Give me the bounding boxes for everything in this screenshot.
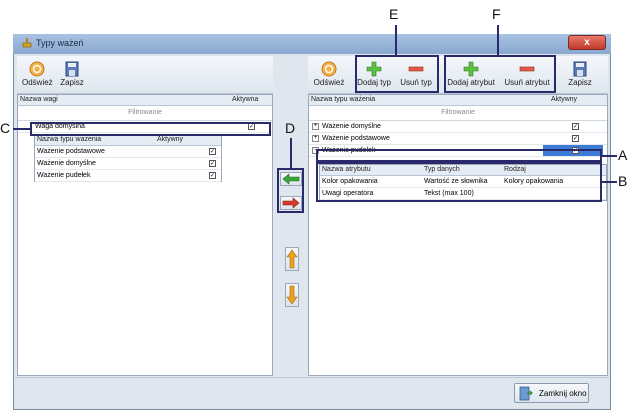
left-refresh-button[interactable]: Odśwież [22, 61, 53, 87]
active-checkbox[interactable]: ✓ [209, 148, 216, 155]
callout-label-b: B [618, 173, 628, 189]
type-name-cell: Ważenie podstawowe [37, 148, 105, 155]
filter-row[interactable]: Filtrowanie [309, 106, 607, 121]
subtable-col-active[interactable]: Aktywny [157, 135, 183, 145]
close-window-label: Zamknij okno [539, 389, 587, 398]
exit-door-icon [519, 386, 533, 401]
right-save-button[interactable]: Zapisz [564, 61, 596, 87]
floppy-icon [65, 61, 79, 77]
callout-label-e: E [389, 6, 399, 22]
active-checkbox[interactable]: ✓ [209, 172, 216, 179]
weighing-types-grid: Nazwa typu ważenia Aktywny Filtrowanie +… [308, 94, 608, 376]
callout-line-f [497, 25, 499, 55]
subtable-col-name[interactable]: Nazwa typu ważenia [37, 135, 101, 145]
refresh-icon [321, 61, 337, 77]
left-pane: Odśwież Zapisz Nazwa wagi Aktywna Filtro… [17, 56, 273, 376]
expand-toggle[interactable]: + [312, 135, 319, 142]
callout-line-d [290, 138, 292, 168]
floppy-icon [573, 61, 587, 77]
callout-box-f [444, 55, 556, 93]
left-toolbar [17, 56, 273, 94]
callout-label-d: D [285, 120, 296, 136]
right-refresh-label: Odśwież [313, 78, 345, 87]
active-checkbox[interactable]: ✓ [572, 135, 579, 142]
scale-icon [22, 38, 32, 48]
col-header-type-active[interactable]: Aktywny [551, 95, 577, 105]
type-name-cell: Ważenie domyślne [37, 160, 96, 167]
title-bar [13, 34, 611, 54]
table-row[interactable]: Ważenie pudełek ✓ [35, 170, 221, 182]
callout-line-b [602, 181, 617, 183]
right-refresh-button[interactable]: Odśwież [310, 61, 348, 87]
scales-grid: Nazwa wagi Aktywna Filtrowanie Waga domy… [17, 94, 273, 376]
left-save-button[interactable]: Zapisz [57, 61, 87, 87]
callout-box-d [277, 168, 304, 213]
window-title: Typy ważeń [36, 38, 84, 48]
expand-toggle[interactable]: + [312, 123, 319, 130]
right-pane: Odśwież Dodaj typ Usuń typ Dodaj atrybut… [308, 56, 608, 376]
callout-label-c: C [0, 120, 11, 136]
callout-line-e [395, 25, 397, 55]
move-down-button[interactable] [285, 283, 299, 307]
type-name-cell: Ważenie pudełek [37, 172, 91, 179]
active-checkbox[interactable]: ✓ [209, 160, 216, 167]
weighing-types-subtable: Nazwa typu ważenia Aktywny Ważenie podst… [34, 134, 222, 182]
filter-row[interactable]: Filtrowanie [18, 106, 272, 121]
arrow-down-icon [286, 285, 298, 305]
arrow-up-icon [286, 249, 298, 269]
move-up-button[interactable] [285, 247, 299, 271]
callout-line-a [602, 155, 617, 157]
callout-box-b [316, 162, 602, 202]
type-name-cell: Ważenie domyślne [322, 123, 381, 130]
left-save-label: Zapisz [60, 78, 84, 87]
callout-box-a [316, 149, 602, 162]
right-save-label: Zapisz [568, 78, 592, 87]
col-header-type-name[interactable]: Nazwa typu ważenia [311, 95, 375, 105]
table-row[interactable]: Ważenie domyślne ✓ [35, 158, 221, 170]
callout-box-c [30, 122, 271, 136]
callout-label-f: F [492, 6, 501, 22]
callout-box-e [355, 55, 439, 93]
col-header-scale-active[interactable]: Aktywna [232, 95, 258, 105]
callout-line-c [13, 128, 30, 130]
active-checkbox[interactable]: ✓ [572, 123, 579, 130]
table-row[interactable]: + Ważenie domyślne ✓ [309, 121, 607, 133]
window-close-button[interactable]: x [568, 35, 606, 50]
close-window-button[interactable]: Zamknij okno [514, 383, 589, 403]
table-row[interactable]: + Ważenie podstawowe ✓ [309, 133, 607, 145]
col-header-scale-name[interactable]: Nazwa wagi [20, 95, 58, 105]
refresh-icon [29, 61, 45, 77]
type-name-cell: Ważenie podstawowe [322, 135, 390, 142]
callout-label-a: A [618, 147, 628, 163]
left-refresh-label: Odśwież [22, 78, 53, 87]
table-row[interactable]: Ważenie podstawowe ✓ [35, 146, 221, 158]
